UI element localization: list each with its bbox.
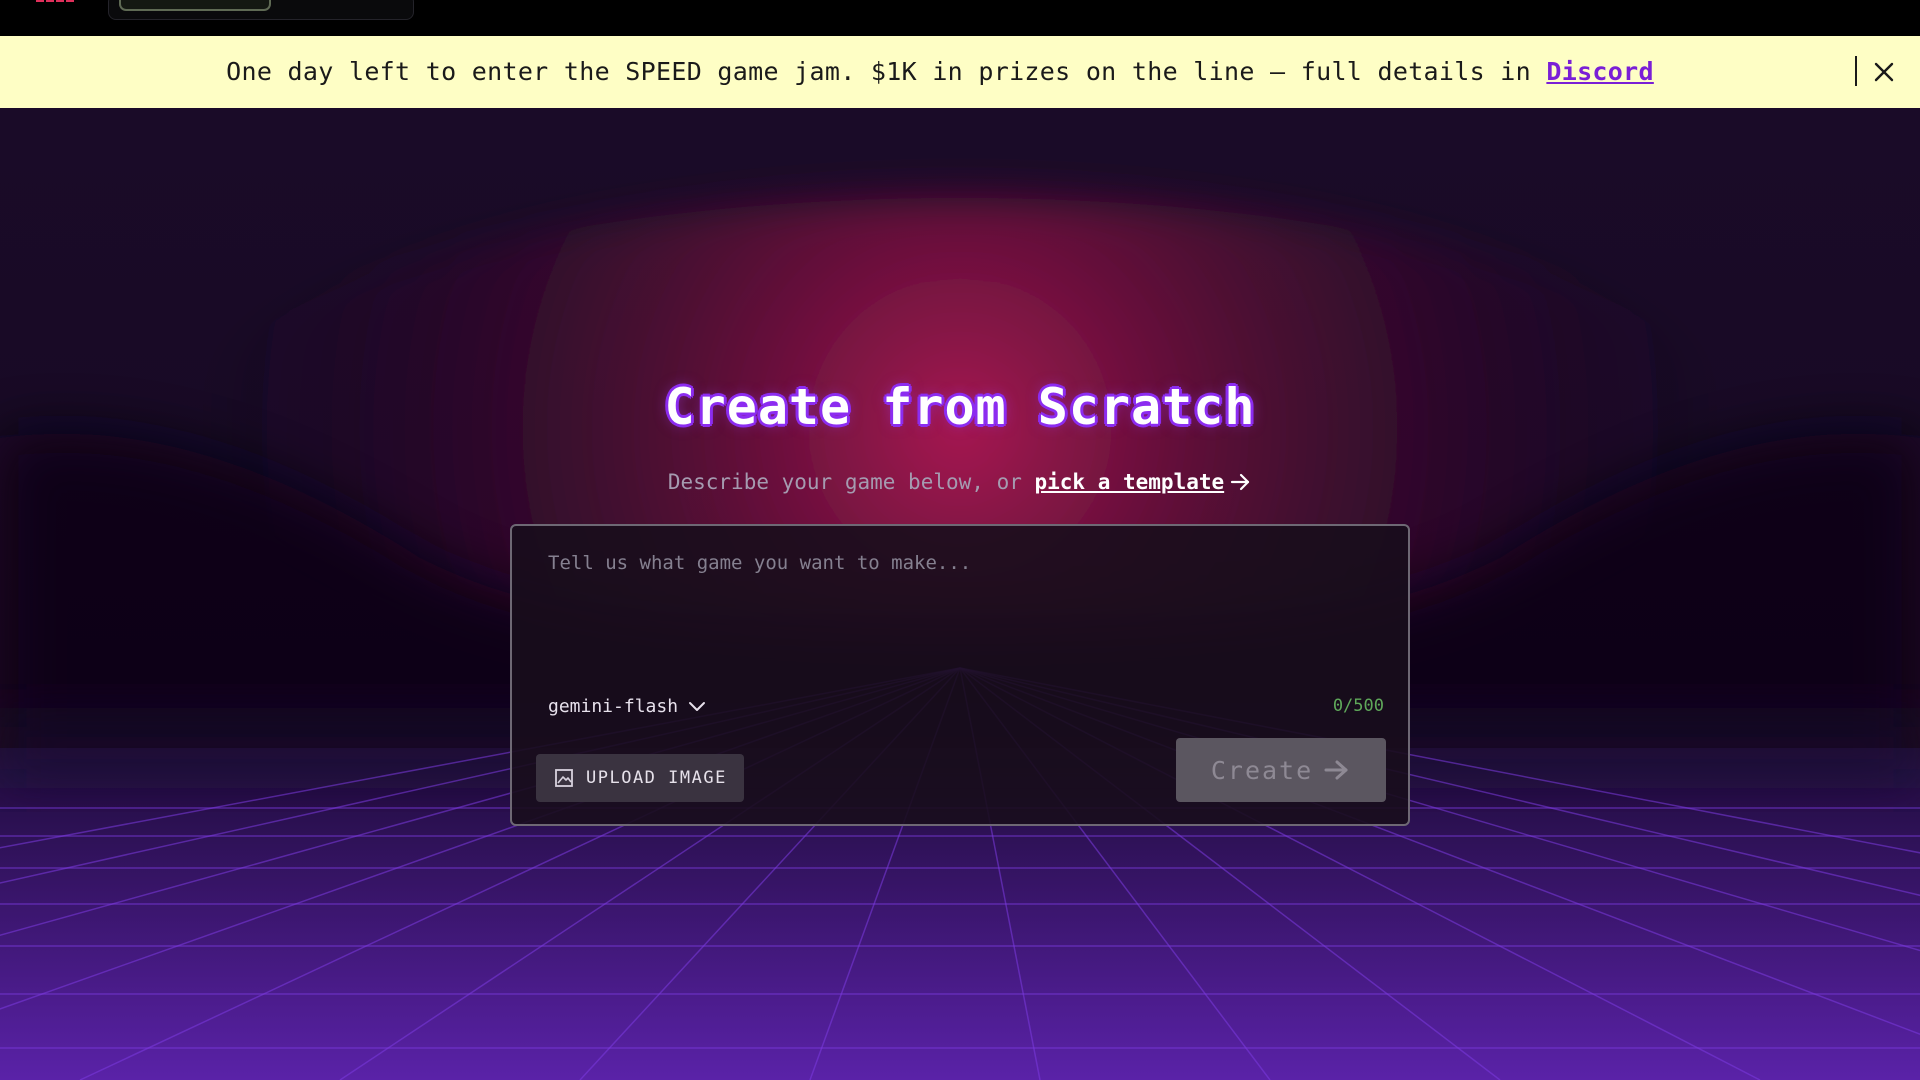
game-prompt-card: gemini-flash 0/500 UPLOAD IMAGE Create — [510, 524, 1410, 826]
top-navbar — [0, 0, 1920, 36]
subtitle-text: Describe your game below, or — [667, 470, 1035, 494]
image-icon — [555, 769, 573, 787]
upload-image-button[interactable]: UPLOAD IMAGE — [536, 754, 744, 802]
discord-link[interactable]: Discord — [1546, 57, 1653, 86]
announcement-banner: One day left to enter the SPEED game jam… — [0, 36, 1920, 108]
upload-image-label: UPLOAD IMAGE — [586, 768, 727, 788]
pick-template-link[interactable]: pick a template — [1035, 470, 1225, 494]
main-stage: Create from Scratch Describe your game b… — [0, 108, 1920, 1080]
close-icon[interactable] — [1870, 58, 1898, 86]
character-counter: 0/500 — [1332, 696, 1384, 716]
arrow-right-icon[interactable] — [1230, 472, 1252, 492]
banner-divider — [1855, 56, 1857, 86]
banner-message: One day left to enter the SPEED game jam… — [226, 57, 1547, 86]
arrow-right-icon — [1324, 760, 1348, 780]
nav-toggle-active-tab[interactable] — [119, 0, 271, 11]
create-button[interactable]: Create — [1176, 738, 1386, 802]
page-subtitle: Describe your game below, or pick a temp… — [0, 470, 1920, 494]
model-selector[interactable]: gemini-flash — [548, 694, 706, 718]
model-selector-label: gemini-flash — [548, 695, 679, 717]
nav-toggle-group — [108, 0, 414, 20]
page-title: Create from Scratch — [664, 378, 1256, 436]
banner-text: One day left to enter the SPEED game jam… — [0, 36, 1880, 108]
chevron-down-icon — [689, 702, 706, 711]
game-description-input[interactable] — [546, 550, 1376, 646]
pixel-logo-icon[interactable] — [36, 0, 78, 8]
create-button-label: Create — [1210, 755, 1314, 785]
